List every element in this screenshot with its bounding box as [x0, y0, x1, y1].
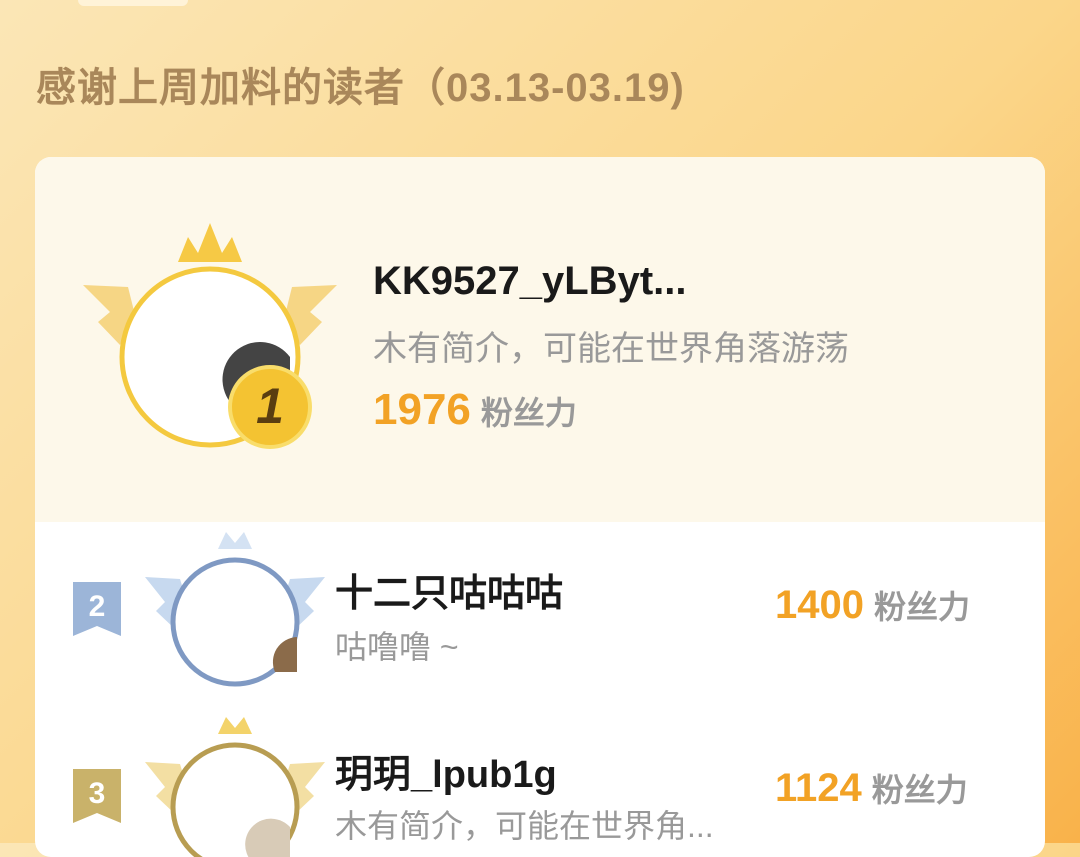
leaderboard-row-1[interactable]: 1 KK9527_yLByt... 木有简介，可能在世界角落游荡 1976 粉丝力	[35, 157, 1045, 522]
rank-1-name[interactable]: KK9527_yLByt...	[373, 259, 686, 304]
rank-2-name[interactable]: 十二只咕咕咕	[335, 562, 563, 617]
silver-wings-icon	[145, 532, 325, 687]
rank-1-avatar-frame[interactable]: 1	[80, 217, 340, 457]
rank-3-number: 3	[88, 777, 106, 810]
rank-3-name[interactable]: 玥玥_lpub1g	[335, 743, 557, 798]
rank-1-score: 1976 粉丝力	[373, 385, 577, 435]
top-tab-indicator	[78, 0, 188, 6]
rank-3-score-value: 1124	[775, 766, 862, 810]
page-title: 感谢上周加料的读者（03.13-03.19)	[36, 66, 685, 110]
rank-1-medal-number: 1	[256, 378, 284, 434]
rank-3-avatar-frame[interactable]	[140, 712, 330, 857]
rank-2-score: 1400 粉丝力	[775, 582, 970, 628]
rank-1-score-unit: 粉丝力	[480, 395, 577, 431]
rank-2-number: 2	[88, 590, 106, 623]
rank-2-score-unit: 粉丝力	[873, 589, 970, 625]
crown-wings-icon	[83, 223, 337, 449]
leaderboard-row-2[interactable]: 2 十二只咕咕咕 咕噜噜 ~ 1400 粉丝力	[35, 522, 1045, 702]
rank-3-badge: 3	[73, 769, 121, 823]
rank-3-bio: 木有简介，可能在世界角...	[335, 808, 714, 844]
rank-3-score: 1124 粉丝力	[775, 765, 968, 811]
bronze-wings-icon	[145, 717, 325, 857]
rank-3-score-unit: 粉丝力	[871, 772, 968, 808]
leaderboard-card: 1 KK9527_yLByt... 木有简介，可能在世界角落游荡 1976 粉丝力…	[35, 157, 1045, 857]
leaderboard-row-3[interactable]: 3 玥玥_lpub1g 木有简介，可能在世界角... 1124 粉丝力	[35, 707, 1045, 857]
rank-2-score-value: 1400	[775, 583, 864, 627]
rank-2-avatar-frame[interactable]	[140, 527, 330, 697]
rank-2-badge: 2	[73, 582, 121, 636]
rank-1-bio: 木有简介，可能在世界角落游荡	[373, 330, 849, 368]
rank-2-bio: 咕噜噜 ~	[335, 629, 459, 665]
rank-1-score-value: 1976	[373, 385, 471, 434]
